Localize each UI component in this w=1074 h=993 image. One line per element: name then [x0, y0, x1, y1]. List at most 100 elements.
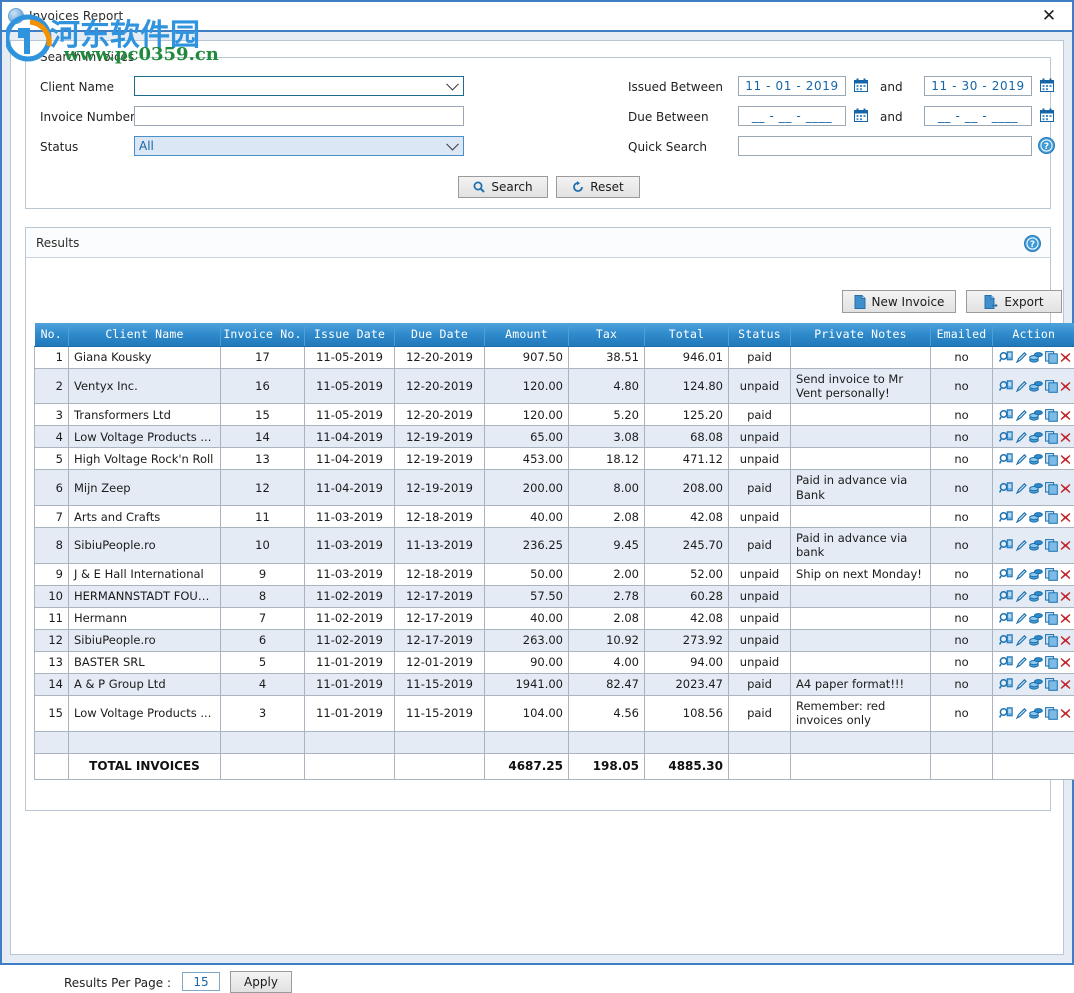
quick-search-input[interactable] — [738, 136, 1032, 156]
cell-action[interactable] — [993, 695, 1074, 731]
coins-icon[interactable] — [1029, 568, 1043, 581]
pencil-icon[interactable] — [1015, 351, 1027, 364]
delete-icon[interactable] — [1060, 540, 1071, 551]
table-row[interactable]: 12SibiuPeople.ro611-02-201912-17-2019263… — [35, 629, 1074, 651]
col-total[interactable]: Total — [645, 323, 729, 346]
pencil-icon[interactable] — [1015, 409, 1027, 422]
coins-icon[interactable] — [1029, 351, 1043, 364]
preview-icon[interactable] — [999, 409, 1013, 422]
delete-icon[interactable] — [1060, 657, 1071, 668]
table-row[interactable]: 14A & P Group Ltd411-01-201911-15-201919… — [35, 673, 1074, 695]
cell-action[interactable] — [993, 404, 1074, 426]
table-row[interactable]: 6Mijn Zeep1211-04-201912-19-2019200.008.… — [35, 470, 1074, 506]
pencil-icon[interactable] — [1015, 380, 1027, 393]
copy-icon[interactable] — [1045, 678, 1058, 691]
pencil-icon[interactable] — [1015, 612, 1027, 625]
col-client-name[interactable]: Client Name — [69, 323, 221, 346]
cell-action[interactable] — [993, 585, 1074, 607]
copy-icon[interactable] — [1045, 380, 1058, 393]
table-row[interactable]: 3Transformers Ltd1511-05-201912-20-20191… — [35, 404, 1074, 426]
preview-icon[interactable] — [999, 612, 1013, 625]
table-row[interactable]: 9J & E Hall International911-03-201912-1… — [35, 563, 1074, 585]
table-row[interactable]: 10HERMANNSTADT FOUN...811-02-201912-17-2… — [35, 585, 1074, 607]
preview-icon[interactable] — [999, 539, 1013, 552]
col-status[interactable]: Status — [729, 323, 791, 346]
results-per-page-input[interactable] — [182, 972, 220, 991]
pencil-icon[interactable] — [1015, 656, 1027, 669]
cell-action[interactable] — [993, 470, 1074, 506]
col-invoice-no[interactable]: Invoice No. — [221, 323, 305, 346]
delete-icon[interactable] — [1060, 483, 1071, 494]
table-row[interactable]: 15Low Voltage Products ...311-01-201911-… — [35, 695, 1074, 731]
pencil-icon[interactable] — [1015, 568, 1027, 581]
preview-icon[interactable] — [999, 431, 1013, 444]
delete-icon[interactable] — [1060, 512, 1071, 523]
issued-to-field[interactable]: 11 - 30 - 2019 — [924, 76, 1032, 96]
table-row[interactable]: 1Giana Kousky1711-05-201912-20-2019907.5… — [35, 346, 1074, 368]
help-icon[interactable]: ? — [1038, 137, 1055, 154]
coins-icon[interactable] — [1029, 511, 1043, 524]
pencil-icon[interactable] — [1015, 707, 1027, 720]
col-private-notes[interactable]: Private Notes — [791, 323, 931, 346]
pencil-icon[interactable] — [1015, 678, 1027, 691]
pencil-icon[interactable] — [1015, 590, 1027, 603]
cell-action[interactable] — [993, 368, 1074, 404]
cell-action[interactable] — [993, 506, 1074, 528]
copy-icon[interactable] — [1045, 539, 1058, 552]
preview-icon[interactable] — [999, 511, 1013, 524]
preview-icon[interactable] — [999, 590, 1013, 603]
issued-from-field[interactable]: 11 - 01 - 2019 — [738, 76, 846, 96]
due-to-field[interactable]: __ - __ - ____ — [924, 106, 1032, 126]
coins-icon[interactable] — [1029, 656, 1043, 669]
col-issue-date[interactable]: Issue Date — [305, 323, 395, 346]
coins-icon[interactable] — [1029, 539, 1043, 552]
copy-icon[interactable] — [1045, 511, 1058, 524]
export-button[interactable]: Export — [966, 290, 1062, 313]
copy-icon[interactable] — [1045, 409, 1058, 422]
copy-icon[interactable] — [1045, 482, 1058, 495]
coins-icon[interactable] — [1029, 634, 1043, 647]
reset-button[interactable]: Reset — [556, 176, 640, 198]
client-name-select[interactable] — [134, 76, 464, 96]
delete-icon[interactable] — [1060, 454, 1071, 465]
pencil-icon[interactable] — [1015, 431, 1027, 444]
preview-icon[interactable] — [999, 568, 1013, 581]
preview-icon[interactable] — [999, 634, 1013, 647]
delete-icon[interactable] — [1060, 432, 1071, 443]
col-amount[interactable]: Amount — [485, 323, 569, 346]
copy-icon[interactable] — [1045, 590, 1058, 603]
cell-action[interactable] — [993, 426, 1074, 448]
delete-icon[interactable] — [1060, 352, 1071, 363]
apply-button[interactable]: Apply — [230, 971, 292, 993]
coins-icon[interactable] — [1029, 678, 1043, 691]
cell-action[interactable] — [993, 448, 1074, 470]
pencil-icon[interactable] — [1015, 539, 1027, 552]
table-row[interactable]: 2Ventyx Inc.1611-05-201912-20-2019120.00… — [35, 368, 1074, 404]
table-row[interactable]: 8SibiuPeople.ro1011-03-201911-13-2019236… — [35, 528, 1074, 564]
search-button[interactable]: Search — [458, 176, 548, 198]
copy-icon[interactable] — [1045, 568, 1058, 581]
copy-icon[interactable] — [1045, 431, 1058, 444]
cell-action[interactable] — [993, 673, 1074, 695]
delete-icon[interactable] — [1060, 569, 1071, 580]
preview-icon[interactable] — [999, 656, 1013, 669]
invoice-number-input[interactable] — [134, 106, 464, 126]
table-row[interactable]: 13BASTER SRL511-01-201912-01-201990.004.… — [35, 651, 1074, 673]
coins-icon[interactable] — [1029, 431, 1043, 444]
help-icon[interactable]: ? — [1024, 235, 1041, 252]
coins-icon[interactable] — [1029, 409, 1043, 422]
coins-icon[interactable] — [1029, 590, 1043, 603]
new-invoice-button[interactable]: New Invoice — [842, 290, 956, 313]
coins-icon[interactable] — [1029, 612, 1043, 625]
delete-icon[interactable] — [1060, 410, 1071, 421]
copy-icon[interactable] — [1045, 656, 1058, 669]
due-from-field[interactable]: __ - __ - ____ — [738, 106, 846, 126]
cell-action[interactable] — [993, 528, 1074, 564]
copy-icon[interactable] — [1045, 351, 1058, 364]
calendar-icon[interactable] — [854, 78, 868, 92]
delete-icon[interactable] — [1060, 591, 1071, 602]
delete-icon[interactable] — [1060, 635, 1071, 646]
calendar-icon[interactable] — [1040, 78, 1054, 92]
coins-icon[interactable] — [1029, 453, 1043, 466]
col-action[interactable]: Action — [993, 323, 1074, 346]
